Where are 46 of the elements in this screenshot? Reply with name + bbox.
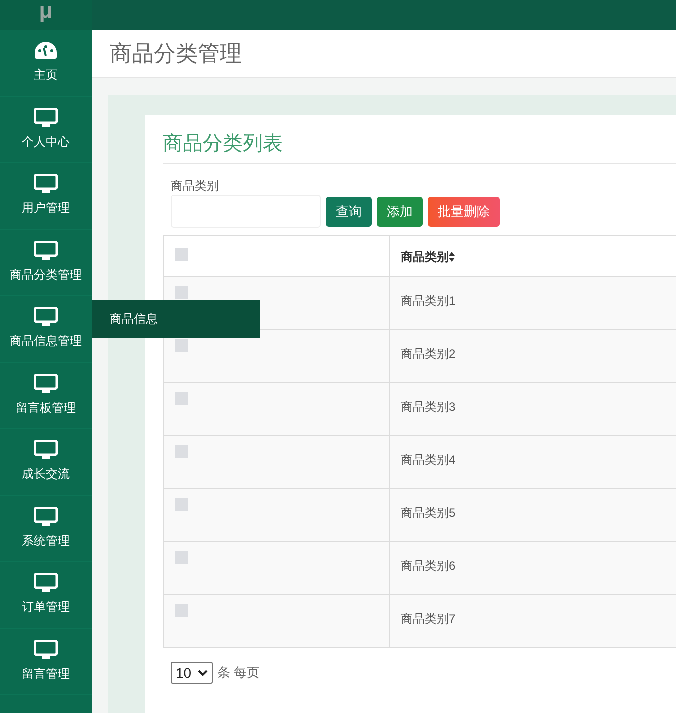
checkbox[interactable]: [175, 551, 188, 564]
checkbox[interactable]: [175, 339, 188, 352]
monitor-icon: [34, 440, 58, 460]
dashboard-icon: [34, 41, 58, 62]
checkbox[interactable]: [175, 604, 188, 617]
monitor-icon: [34, 573, 58, 594]
checkbox[interactable]: [175, 445, 188, 458]
sidebar-item[interactable]: 订单管理: [0, 562, 92, 628]
sidebar-item[interactable]: 成长交流: [0, 429, 92, 496]
action-button[interactable]: 添加: [377, 196, 423, 226]
checkbox[interactable]: [175, 286, 188, 299]
checkbox[interactable]: [175, 392, 188, 405]
table-cell: 商品类别1: [401, 294, 456, 308]
sidebar-item[interactable]: 系统管理: [0, 496, 92, 562]
page-size-label: 条 每页: [218, 664, 260, 682]
sort-icon[interactable]: [449, 252, 455, 262]
monitor-icon: [34, 640, 58, 660]
monitor-icon: [34, 108, 58, 128]
chevron-down-icon: [198, 670, 208, 676]
action-button[interactable]: 批量删除: [428, 196, 500, 226]
sidebar-item[interactable]: 留言板管理: [0, 362, 92, 429]
column-header[interactable]: 商品类别: [401, 248, 449, 266]
checkbox[interactable]: [175, 498, 188, 511]
logo: μ: [39, 0, 53, 22]
table-cell: 商品类别4: [401, 453, 456, 467]
monitor-icon: [34, 374, 58, 394]
table-cell: 商品类别7: [401, 612, 456, 626]
table-cell: 商品类别6: [401, 559, 456, 573]
page-size-select[interactable]: 10: [171, 662, 213, 684]
sidebar-item[interactable]: 商品分类管理: [0, 230, 92, 296]
submenu-item[interactable]: 商品信息: [92, 300, 260, 338]
sidebar-item[interactable]: 个人中心: [0, 96, 92, 163]
sidebar-item[interactable]: 用户管理: [0, 163, 92, 230]
table-cell: 商品类别5: [401, 506, 456, 520]
action-button[interactable]: 查询: [326, 196, 372, 226]
table-cell: 商品类别3: [401, 400, 456, 414]
card-title: 商品分类列表: [163, 133, 283, 155]
sidebar-item[interactable]: 留言管理: [0, 628, 92, 695]
monitor-icon: [34, 506, 58, 527]
field-label: 商品类别: [171, 178, 220, 194]
checkbox[interactable]: [175, 248, 188, 261]
monitor-icon: [34, 240, 58, 261]
monitor-icon: [34, 307, 58, 328]
page-title: 商品分类管理: [110, 40, 242, 68]
monitor-icon: [34, 174, 58, 194]
table-cell: 商品类别2: [401, 347, 456, 361]
